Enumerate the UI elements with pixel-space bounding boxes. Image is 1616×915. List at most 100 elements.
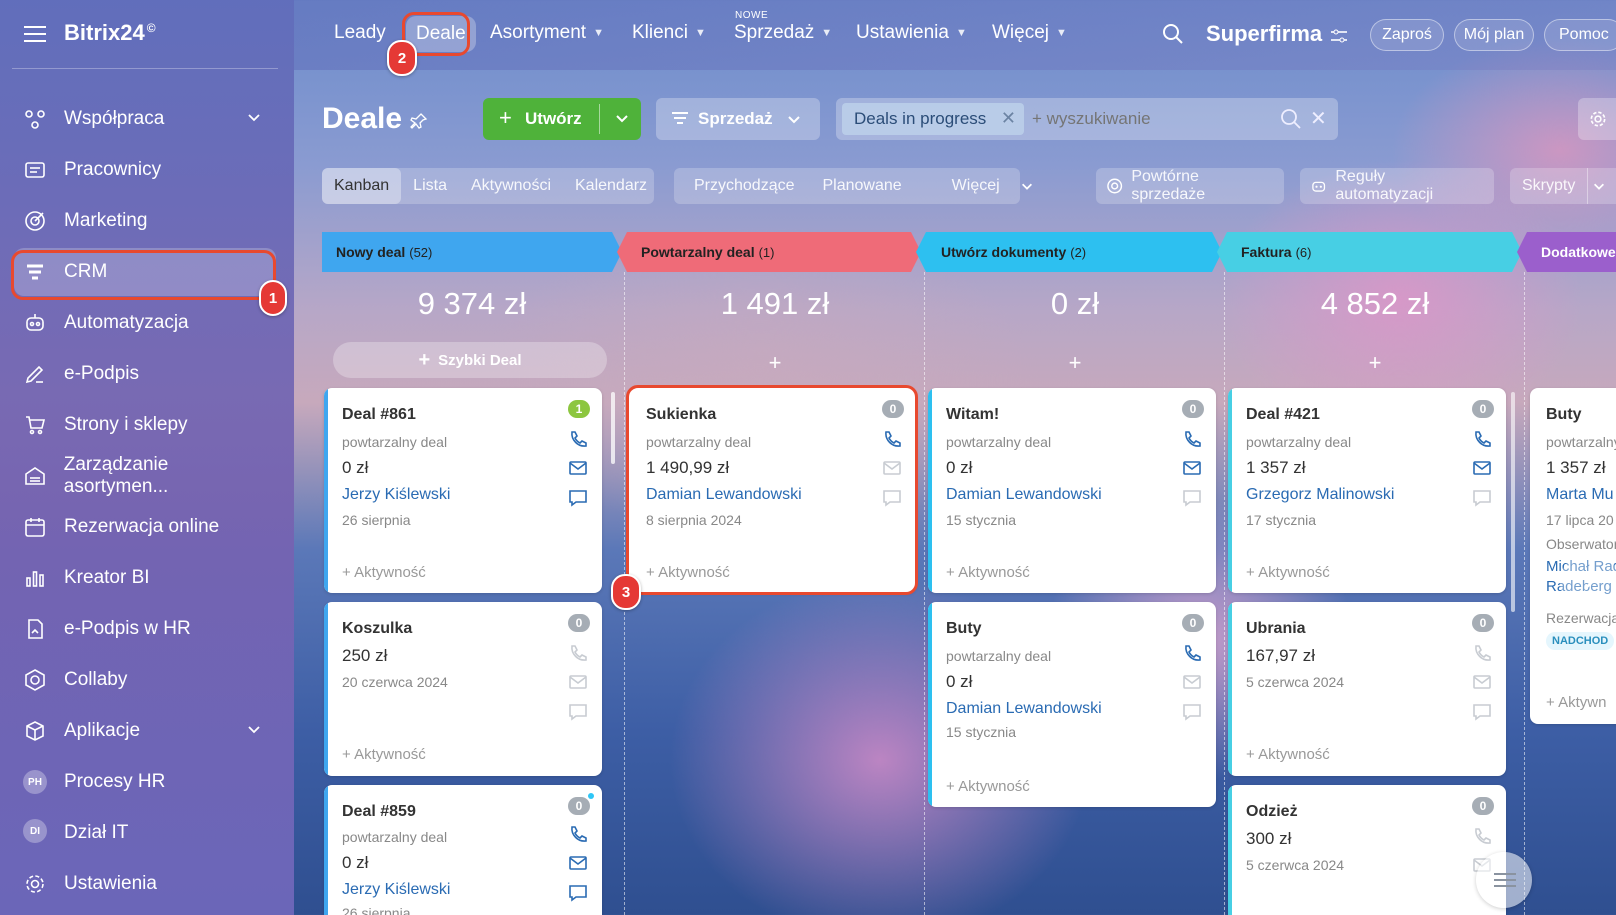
scripts-button[interactable]: Skrypty xyxy=(1510,168,1616,204)
clear-icon[interactable]: ✕ xyxy=(1310,106,1327,131)
scroll-right-button[interactable] xyxy=(1560,552,1616,612)
chevron-down-icon[interactable] xyxy=(1587,168,1610,204)
scrollbar[interactable] xyxy=(611,392,615,464)
phone-icon[interactable] xyxy=(1182,644,1204,664)
sidebar-item-ustawienia[interactable]: Ustawienia xyxy=(14,860,276,908)
card-contact[interactable]: Jerzy Kiślewski xyxy=(342,486,450,504)
search-icon[interactable] xyxy=(1280,108,1302,135)
card-title[interactable]: Ubrania xyxy=(1246,620,1306,638)
add-activity-link[interactable]: + Aktywność xyxy=(1246,564,1330,581)
add-activity-link[interactable]: + Aktywn xyxy=(1546,694,1606,711)
sidebar-item-aplikacje[interactable]: Aplikacje xyxy=(14,707,276,755)
phone-icon[interactable] xyxy=(1472,430,1494,450)
sidebar-item-rezerwacja[interactable]: Rezerwacja online xyxy=(14,503,276,551)
close-icon[interactable]: ✕ xyxy=(1001,108,1016,129)
mail-icon[interactable] xyxy=(1472,458,1494,478)
settings-sliders-icon[interactable] xyxy=(1330,28,1348,49)
column-header-utworz[interactable]: Utwórz dokumenty (2) xyxy=(927,232,1086,272)
sidebar-item-kreator-bi[interactable]: Kreator BI xyxy=(14,554,276,602)
chat-icon[interactable] xyxy=(1182,488,1204,508)
sidebar-item-collaby[interactable]: Collaby xyxy=(14,656,276,704)
add-deal-button[interactable]: + xyxy=(1225,350,1525,376)
sidebar-item-marketing[interactable]: Marketing xyxy=(14,197,276,245)
view-aktywnosci[interactable]: Aktywności xyxy=(459,168,563,204)
chat-icon[interactable] xyxy=(568,702,590,722)
card-title[interactable]: Deal #421 xyxy=(1246,406,1320,424)
chat-icon[interactable] xyxy=(568,488,590,508)
deal-card[interactable]: Deal #859 0 powtarzalny deal 0 zł Jerzy … xyxy=(324,785,602,915)
phone-icon[interactable] xyxy=(568,430,590,450)
search-input[interactable] xyxy=(1032,103,1262,135)
add-deal-button[interactable]: + xyxy=(625,350,925,376)
chat-icon[interactable] xyxy=(882,488,904,508)
add-activity-link[interactable]: + Aktywność xyxy=(342,746,426,763)
sidebar-item-crm[interactable]: CRM xyxy=(14,248,276,296)
help-button[interactable]: Pomoc xyxy=(1544,19,1616,51)
deal-card[interactable]: Ubrania 0 167,97 zł 5 czerwca 2024 + Akt… xyxy=(1228,602,1506,776)
company-name[interactable]: Superfirma xyxy=(1206,21,1322,47)
chat-icon[interactable] xyxy=(1472,488,1494,508)
quick-deal-button[interactable]: + Szybki Deal xyxy=(333,342,607,378)
nav-asortyment[interactable]: Asortyment ▼ xyxy=(490,22,604,44)
pin-icon[interactable] xyxy=(410,112,428,135)
view-lista[interactable]: Lista xyxy=(401,168,459,204)
sidebar-item-asortyment[interactable]: Zarządzanie asortymen... xyxy=(14,452,276,500)
my-plan-button[interactable]: Mój plan xyxy=(1454,19,1534,51)
sidebar-item-procesy-hr[interactable]: PH Procesy HR xyxy=(14,758,276,806)
nav-ustawienia[interactable]: Ustawienia ▼ xyxy=(856,22,967,44)
activity-feed-button[interactable] xyxy=(1476,852,1532,908)
sidebar-item-automatyzacja[interactable]: Automatyzacja xyxy=(14,299,276,347)
filter-wiecej[interactable]: Więcej xyxy=(928,168,1046,204)
add-activity-link[interactable]: + Aktywność xyxy=(1246,746,1330,763)
card-title[interactable]: Odzież xyxy=(1246,803,1298,821)
card-contact[interactable]: Jerzy Kiślewski xyxy=(342,881,450,899)
card-title[interactable]: Buty xyxy=(946,620,982,638)
deal-card[interactable]: Deal #421 0 powtarzalny deal 1 357 zł Gr… xyxy=(1228,388,1506,593)
card-title[interactable]: Sukienka xyxy=(646,406,716,424)
card-title[interactable]: Buty xyxy=(1546,406,1582,424)
deal-card[interactable]: Koszulka 0 250 zł 20 czerwca 2024 + Akty… xyxy=(324,602,602,776)
phone-icon[interactable] xyxy=(1182,430,1204,450)
card-contact[interactable]: Damian Lewandowski xyxy=(646,486,802,504)
chevron-down-icon[interactable] xyxy=(614,110,630,131)
add-activity-link[interactable]: + Aktywność xyxy=(946,564,1030,581)
chat-icon[interactable] xyxy=(1472,702,1494,722)
deal-card[interactable]: Odzież 0 300 zł 5 czerwca 2024 xyxy=(1228,785,1506,915)
sidebar-item-wspolpraca[interactable]: Współpraca xyxy=(14,95,276,143)
chat-icon[interactable] xyxy=(1182,702,1204,722)
card-contact[interactable]: Damian Lewandowski xyxy=(946,700,1102,718)
chevron-down-icon[interactable] xyxy=(246,109,262,131)
mail-icon[interactable] xyxy=(568,672,590,692)
column-header-dodatkowe[interactable]: Dodatkowe xyxy=(1527,232,1616,272)
pipeline-select[interactable]: Sprzedaż xyxy=(656,98,820,140)
card-title[interactable]: Koszulka xyxy=(342,620,412,638)
phone-icon[interactable] xyxy=(1472,827,1494,847)
column-header-nowy[interactable]: Nowy deal (52) xyxy=(322,232,432,272)
filter-search-bar[interactable]: Deals in progress ✕ ✕ xyxy=(836,98,1338,140)
chevron-down-icon[interactable] xyxy=(246,721,262,743)
mail-icon[interactable] xyxy=(882,458,904,478)
filter-tag[interactable]: Deals in progress ✕ xyxy=(842,103,1024,135)
card-contact[interactable]: Grzegorz Malinowski xyxy=(1246,486,1394,504)
deal-card[interactable]: Deal #861 1 powtarzalny deal 0 zł Jerzy … xyxy=(324,388,602,593)
nav-klienci[interactable]: Klienci ▼ xyxy=(632,22,706,44)
sidebar-item-epodpis-hr[interactable]: e-Podpis w HR xyxy=(14,605,276,653)
logo[interactable]: Bitrix24 © xyxy=(64,20,156,46)
column-header-powtarzalny[interactable]: Powtarzalny deal (1) xyxy=(627,232,774,272)
nav-sprzedaz[interactable]: Sprzedaż ▼ xyxy=(734,22,832,44)
card-contact[interactable]: Marta Mu xyxy=(1546,486,1614,504)
automation-rules-button[interactable]: Reguły automatyzacji xyxy=(1300,168,1494,204)
phone-icon[interactable] xyxy=(568,644,590,664)
phone-icon[interactable] xyxy=(1472,644,1494,664)
mail-icon[interactable] xyxy=(568,458,590,478)
card-contact[interactable]: Damian Lewandowski xyxy=(946,486,1102,504)
menu-icon[interactable] xyxy=(24,24,46,42)
invite-button[interactable]: Zaproś xyxy=(1370,19,1444,51)
deal-card[interactable]: Buty 0 powtarzalny deal 0 zł Damian Lewa… xyxy=(928,602,1216,807)
chat-icon[interactable] xyxy=(568,883,590,903)
phone-icon[interactable] xyxy=(882,430,904,450)
view-kalendarz[interactable]: Kalendarz xyxy=(563,168,659,204)
scrollbar[interactable] xyxy=(1511,392,1515,612)
create-button[interactable]: + Utwórz xyxy=(483,98,641,140)
nav-wiecej[interactable]: Więcej ▼ xyxy=(992,22,1067,44)
